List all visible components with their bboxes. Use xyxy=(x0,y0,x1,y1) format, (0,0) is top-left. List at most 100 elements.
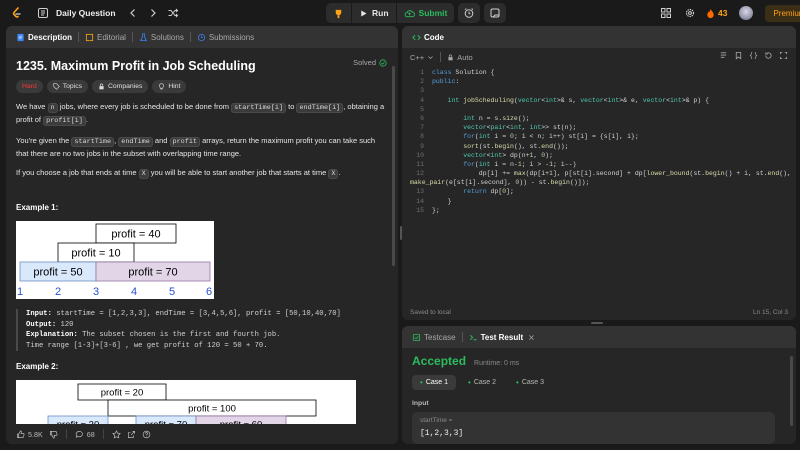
topics-chip[interactable]: Topics xyxy=(46,80,88,93)
test-tabs: Testcase Test Result xyxy=(402,326,796,348)
save-status: Saved to local xyxy=(410,308,451,316)
play-icon xyxy=(361,10,367,16)
input-var-name: startTime = xyxy=(420,417,453,424)
editor-toolbar: C++ Auto xyxy=(402,48,796,66)
code-panel: Code C++ Auto 1 class Solution { 2 public:… xyxy=(402,26,796,320)
svg-text:profit = 20: profit = 20 xyxy=(101,388,144,399)
fullscreen-icon[interactable] xyxy=(779,51,788,60)
svg-text:profit = 40: profit = 40 xyxy=(111,229,160,241)
format-icon[interactable] xyxy=(719,51,728,60)
lightbulb-icon xyxy=(159,83,165,90)
tab-solutions[interactable]: Solutions xyxy=(135,26,188,48)
streak-counter[interactable]: 43 xyxy=(705,8,727,19)
page-title[interactable]: Daily Question xyxy=(56,8,116,18)
description-tabs: Description Editorial Solutions Submissi… xyxy=(6,26,398,48)
run-button[interactable]: Run xyxy=(352,3,396,23)
example-2-title: Example 2: xyxy=(16,362,59,371)
tick-4: 4 xyxy=(131,286,137,298)
svg-text:profit = 100: profit = 100 xyxy=(188,404,236,415)
input-heading: Input xyxy=(412,400,429,407)
debug-button[interactable] xyxy=(326,3,351,23)
settings-gear-icon[interactable] xyxy=(681,4,699,22)
help-button[interactable] xyxy=(142,430,151,439)
reset-icon[interactable] xyxy=(764,51,773,60)
like-button[interactable]: 5.8K xyxy=(16,430,43,439)
top-bar: Daily Question Run Submit 43 Premiu xyxy=(0,0,800,26)
description-footer: 5.8K 68 xyxy=(6,424,398,444)
next-question-icon[interactable] xyxy=(144,4,162,22)
lock-icon xyxy=(448,54,453,60)
book-icon xyxy=(85,33,94,41)
result-status: Accepted xyxy=(412,354,467,368)
code-line-wrapped: make_pair(e[st[i].second], 0)) - st.begi… xyxy=(410,179,590,187)
auto-mode-toggle[interactable]: Auto xyxy=(447,53,473,62)
checkbox-icon xyxy=(412,333,421,341)
horizontal-splitter[interactable] xyxy=(591,322,603,324)
code-line: 15}; xyxy=(416,206,440,214)
alarm-clock-icon xyxy=(465,8,474,18)
code-line: 8 for(int i = 0; i < n; i++) st[i] = {s[… xyxy=(420,133,639,141)
example-1-figure: profit = 40 profit = 10 profit = 50 prof… xyxy=(16,221,214,299)
tab-submissions[interactable]: Submissions xyxy=(193,26,258,48)
favorite-button[interactable] xyxy=(111,429,121,439)
tab-test-result[interactable]: Test Result xyxy=(465,326,540,348)
description-body: 1235. Maximum Profit in Job Scheduling S… xyxy=(6,48,398,444)
code-line: 4 int jobScheduling(vector<int>& s, vect… xyxy=(420,96,710,104)
hint-chip[interactable]: Hint xyxy=(152,80,187,93)
code-line: 9 sort(st.begin(), st.end()); xyxy=(420,142,569,150)
companies-chip[interactable]: Companies xyxy=(92,80,149,93)
tab-code[interactable]: Code xyxy=(408,26,448,48)
case-tab-3[interactable]: • Case 3 xyxy=(508,375,552,390)
problem-list-icon[interactable] xyxy=(34,4,52,22)
braces-icon[interactable] xyxy=(749,51,758,60)
avatar[interactable] xyxy=(739,6,754,20)
code-line: 3 xyxy=(420,87,424,95)
description-paragraph-3: If you choose a job that ends at time X … xyxy=(16,168,341,179)
case-tabs: • Case 1 • Case 2 • Case 3 xyxy=(412,375,552,390)
tab-editorial[interactable]: Editorial xyxy=(81,26,130,48)
timer-button[interactable] xyxy=(458,3,481,23)
code-line: 1 class Solution { xyxy=(420,69,495,76)
description-paragraph-2: You're given the startTime, endTime and … xyxy=(16,136,376,158)
problem-title[interactable]: 1235. Maximum Profit in Job Scheduling xyxy=(16,60,388,73)
close-icon[interactable] xyxy=(528,334,535,341)
note-icon xyxy=(490,8,500,18)
leetcode-logo-icon[interactable] xyxy=(8,4,26,22)
code-tabs: Code xyxy=(402,26,796,48)
input-var-value: [1,2,3,3] xyxy=(420,429,464,438)
tick-3: 3 xyxy=(93,286,99,298)
tab-testcase[interactable]: Testcase xyxy=(408,326,460,348)
test-result-panel: Testcase Test Result Accepted Runtime: 0… xyxy=(402,326,796,444)
tab-description[interactable]: Description xyxy=(12,26,76,48)
code-editor[interactable]: 1 class Solution { 2 public: 3 4 int jobSc… xyxy=(402,66,796,320)
code-line: 7 vector<pair<int, int>> st(n); xyxy=(420,124,577,132)
runtime-text: Runtime: 0 ms xyxy=(474,360,520,367)
case-tab-2[interactable]: • Case 2 xyxy=(460,375,504,390)
comments-button[interactable]: 68 xyxy=(75,430,95,439)
bookmark-icon[interactable] xyxy=(734,51,743,60)
layout-grid-icon[interactable] xyxy=(657,4,675,22)
shuffle-icon[interactable] xyxy=(164,4,182,22)
language-select[interactable]: C++ xyxy=(410,53,434,62)
case-tab-1[interactable]: • Case 1 xyxy=(412,375,456,390)
editor-status-bar: Saved to local Ln 15, Col 3 xyxy=(402,304,796,320)
test-result-scrollbar[interactable] xyxy=(790,356,793,426)
example-1-title: Example 1: xyxy=(16,203,59,212)
svg-text:profit = 10: profit = 10 xyxy=(71,248,120,260)
share-button[interactable] xyxy=(127,430,136,439)
description-scrollbar[interactable] xyxy=(392,66,395,266)
check-circle-icon xyxy=(379,58,387,67)
premium-button[interactable]: Premium xyxy=(765,4,800,22)
code-line: 13 return dp[0]; xyxy=(416,188,514,196)
tag-icon xyxy=(53,83,60,90)
share-icon xyxy=(127,430,135,438)
prev-question-icon[interactable] xyxy=(124,4,142,22)
submit-button[interactable]: Submit xyxy=(397,3,455,23)
dislike-button[interactable] xyxy=(49,430,58,439)
tag-chips: Hard Topics Companies Hint xyxy=(16,80,388,93)
example-1-io: Input: startTime = [1,2,3,3], endTime = … xyxy=(16,309,388,351)
svg-text:profit = 50: profit = 50 xyxy=(33,267,82,279)
code-line: 12 dp[i] += max(dp[i+1], p[st[i].second]… xyxy=(416,170,791,178)
notes-button[interactable] xyxy=(484,3,507,23)
code-line: 14 } xyxy=(416,197,452,205)
